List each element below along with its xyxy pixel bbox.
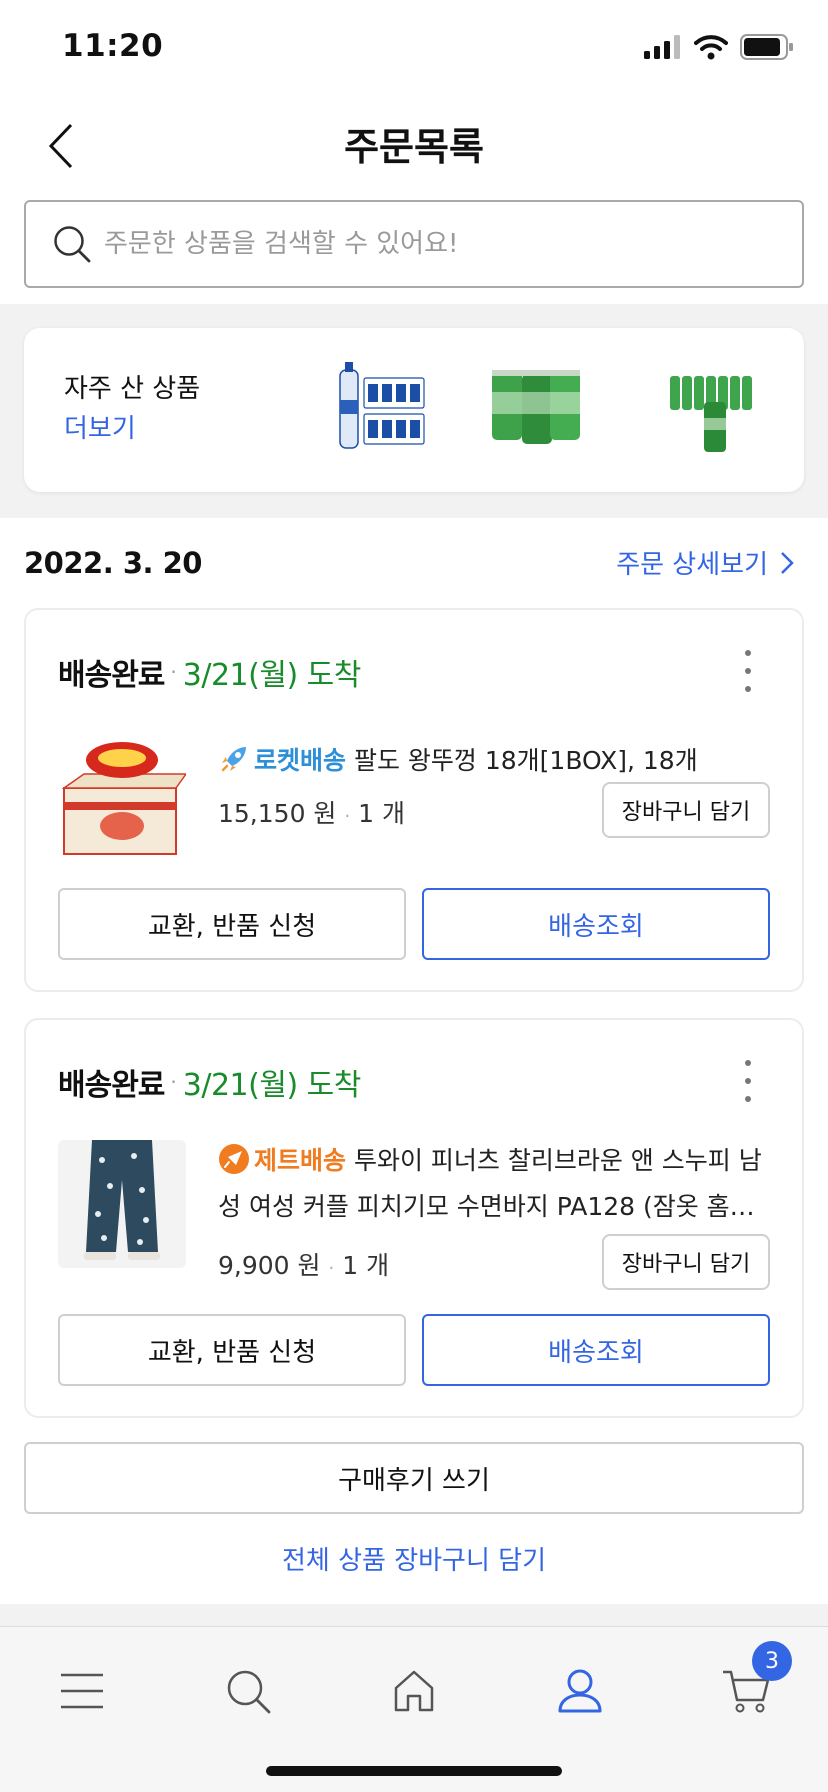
tab-search[interactable] (208, 1651, 288, 1731)
separator-dot: · (344, 806, 351, 827)
frequent-more-link[interactable]: 더보기 (64, 408, 136, 445)
more-options-button[interactable] (738, 1060, 758, 1102)
frequent-product-water[interactable] (334, 358, 434, 458)
page-title: 주문목록 (344, 125, 484, 169)
frequent-product-green-can-pack[interactable] (664, 358, 764, 458)
wifi-icon (694, 35, 728, 60)
user-profile-icon (558, 1669, 602, 1713)
rocket-icon (221, 747, 246, 772)
search-icon (54, 226, 91, 263)
jet-delivery-badge: 제트배송 (254, 1146, 347, 1175)
price-line: 15,150 원 · 1 개 (218, 794, 405, 830)
order-date: 2022. 3. 20 (24, 546, 202, 580)
more-dot (745, 1096, 751, 1102)
chevron-right-icon (781, 551, 794, 574)
cellular-signal-icon (644, 35, 680, 59)
frequent-products-title: 자주 산 상품 (64, 374, 201, 404)
product-image[interactable] (58, 1140, 186, 1268)
order-card: 배송완료 · 3/21(월) 도착 로켓배송 팔도 왕뚜껑 18개[1BOX],… (24, 608, 804, 992)
tab-menu[interactable] (42, 1651, 122, 1731)
home-indicator (266, 1766, 562, 1776)
navigation-header: 주문목록 (0, 100, 828, 196)
water-bottles-image (339, 362, 425, 449)
home-icon (394, 1670, 434, 1712)
separator-dot: · (170, 660, 177, 684)
more-dot (745, 1078, 751, 1084)
order-card: 배송완료 · 3/21(월) 도착 제트배송 투와이 피너츠 찰리브라운 앤 스… (24, 1018, 804, 1418)
add-to-cart-button[interactable]: 장바구니 담기 (602, 782, 770, 838)
product-title[interactable]: 제트배송 투와이 피너츠 찰리브라운 앤 스누피 남성 여성 커플 피치기모 수… (218, 1138, 778, 1230)
search-input[interactable] (104, 229, 744, 259)
product-title[interactable]: 로켓배송 팔도 왕뚜껑 18개[1BOX], 18개 (218, 738, 778, 784)
separator-dot: · (328, 1258, 335, 1279)
pajama-pants-image (58, 1140, 186, 1268)
status-bar: 11:20 (0, 0, 828, 100)
arrival-date: 3/21(월) 도착 (182, 1068, 362, 1103)
status-time: 11:20 (62, 28, 164, 64)
order-search-field[interactable] (24, 200, 804, 288)
product-quantity: 1 개 (358, 799, 406, 828)
frequent-product-green-cans[interactable] (488, 358, 588, 458)
hamburger-menu-icon (61, 1673, 103, 1709)
search-icon (227, 1670, 271, 1714)
green-cans-pack-image (670, 376, 752, 452)
product-name: 팔도 왕뚜껑 18개[1BOX], 18개 (353, 746, 698, 775)
separator-dot: · (170, 1070, 177, 1094)
price-line: 9,900 원 · 1 개 (218, 1246, 389, 1282)
product-price: 9,900 원 (218, 1251, 321, 1280)
delivery-status-label: 배송완료 (58, 1068, 165, 1103)
more-dot (745, 668, 751, 674)
more-dot (745, 650, 751, 656)
add-to-cart-button[interactable]: 장바구니 담기 (602, 1234, 770, 1290)
product-quantity: 1 개 (342, 1251, 390, 1280)
more-options-button[interactable] (738, 650, 758, 692)
green-cans-image (492, 370, 580, 444)
track-delivery-button[interactable]: 배송조회 (422, 1314, 770, 1386)
order-detail-label: 주문 상세보기 (616, 550, 768, 580)
tab-home[interactable] (374, 1651, 454, 1731)
delivery-status: 배송완료 · 3/21(월) 도착 (58, 650, 361, 694)
jet-icon (219, 1144, 249, 1174)
tab-cart[interactable]: 3 (706, 1641, 792, 1731)
exchange-return-button[interactable]: 교환, 반품 신청 (58, 1314, 406, 1386)
tab-my-page[interactable] (540, 1651, 620, 1731)
product-image[interactable] (58, 732, 186, 860)
ramen-box-image (61, 742, 186, 855)
status-icons (644, 34, 794, 60)
section-divider (0, 1604, 828, 1628)
delivery-status-label: 배송완료 (58, 658, 165, 693)
product-price: 15,150 원 (218, 799, 337, 828)
frequent-products-card: 자주 산 상품 더보기 (24, 328, 804, 492)
exchange-return-button[interactable]: 교환, 반품 신청 (58, 888, 406, 960)
order-date-row: 2022. 3. 20 주문 상세보기 (24, 540, 804, 590)
arrival-date: 3/21(월) 도착 (182, 658, 362, 693)
more-dot (745, 686, 751, 692)
delivery-status: 배송완료 · 3/21(월) 도착 (58, 1060, 361, 1104)
order-detail-link[interactable]: 주문 상세보기 (616, 544, 794, 581)
battery-icon (740, 34, 793, 60)
cart-count-badge: 3 (752, 1641, 792, 1681)
more-dot (745, 1060, 751, 1066)
write-review-button[interactable]: 구매후기 쓰기 (24, 1442, 804, 1514)
rocket-delivery-badge: 로켓배송 (254, 746, 347, 775)
track-delivery-button[interactable]: 배송조회 (422, 888, 770, 960)
add-all-to-cart-link[interactable]: 전체 상품 장바구니 담기 (0, 1540, 828, 1577)
